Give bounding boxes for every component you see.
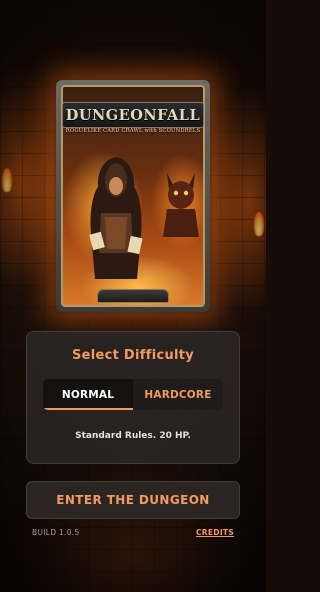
- game-subtitle: ROGUELIKE CARD CRAWL with SCOUNDRELS: [65, 128, 201, 134]
- difficulty-panel: Select Difficulty NORMAL HARDCORE Standa…: [26, 331, 240, 464]
- tab-hardcore[interactable]: HARDCORE: [133, 379, 223, 410]
- tab-normal[interactable]: NORMAL: [43, 379, 133, 410]
- credits-link[interactable]: CREDITS: [196, 528, 234, 537]
- card-bottom-ornament: [97, 289, 169, 303]
- difficulty-tabs: NORMAL HARDCORE: [43, 379, 223, 410]
- game-cover-card: DUNGEONFALL ROGUELIKE CARD CRAWL with SC…: [56, 80, 210, 312]
- build-version: BUILD 1.0.5: [32, 528, 80, 537]
- difficulty-heading: Select Difficulty: [71, 348, 195, 363]
- difficulty-description: Standard Rules. 20 HP.: [75, 431, 191, 441]
- title-banner: DUNGEONFALL: [62, 102, 204, 128]
- enter-dungeon-button[interactable]: ENTER THE DUNGEON: [26, 481, 240, 519]
- fire-demon-figure: [163, 173, 199, 237]
- hooded-rogue-figure: [89, 157, 143, 279]
- game-title: DUNGEONFALL: [65, 106, 201, 124]
